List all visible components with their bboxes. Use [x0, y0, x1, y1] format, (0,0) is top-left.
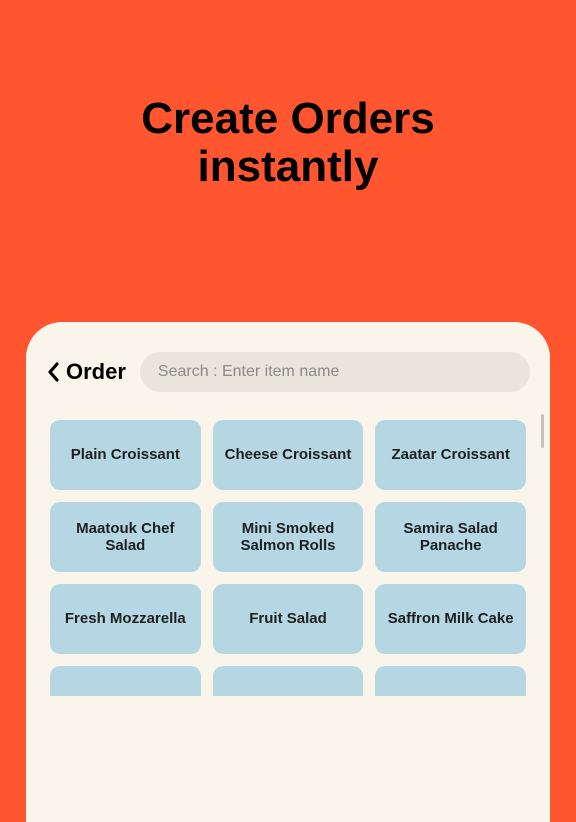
item-label: Plain Croissant: [71, 446, 180, 463]
item-label: Cheese Croissant: [225, 446, 352, 463]
item-tile[interactable]: Fresh Mozzarella: [50, 584, 201, 654]
search-input[interactable]: Search : Enter item name: [140, 352, 530, 392]
item-tile[interactable]: Cheese Croissant: [213, 420, 364, 490]
item-label: Maatouk Chef Salad: [58, 520, 193, 555]
item-label: Mini Smoked Salmon Rolls: [221, 520, 356, 555]
scrollbar[interactable]: [541, 414, 544, 448]
item-tile[interactable]: [50, 666, 201, 696]
item-tile[interactable]: Saffron Milk Cake: [375, 584, 526, 654]
item-label: Samira Salad Panache: [383, 520, 518, 555]
items-grid: Plain Croissant Cheese Croissant Zaatar …: [46, 420, 530, 654]
item-label: Fruit Salad: [249, 610, 327, 627]
item-tile[interactable]: Plain Croissant: [50, 420, 201, 490]
item-tile[interactable]: Mini Smoked Salmon Rolls: [213, 502, 364, 572]
item-tile[interactable]: Samira Salad Panache: [375, 502, 526, 572]
item-tile[interactable]: Maatouk Chef Salad: [50, 502, 201, 572]
item-tile[interactable]: [213, 666, 364, 696]
item-tile[interactable]: [375, 666, 526, 696]
items-grid-partial: [46, 666, 530, 696]
item-label: Saffron Milk Cake: [388, 610, 514, 627]
hero-line1: Create Orders: [0, 95, 576, 143]
back-button[interactable]: Order: [46, 359, 126, 385]
hero-line2: instantly: [0, 143, 576, 191]
hero-title: Create Orders instantly: [0, 0, 576, 252]
page-title: Order: [66, 359, 126, 385]
search-placeholder: Search : Enter item name: [158, 363, 339, 380]
chevron-left-icon: [46, 361, 60, 383]
item-label: Zaatar Croissant: [391, 446, 509, 463]
item-tile[interactable]: Zaatar Croissant: [375, 420, 526, 490]
item-label: Fresh Mozzarella: [65, 610, 186, 627]
header-row: Order Search : Enter item name: [46, 352, 530, 392]
item-tile[interactable]: Fruit Salad: [213, 584, 364, 654]
device-frame: Order Search : Enter item name Plain Cro…: [26, 322, 550, 822]
